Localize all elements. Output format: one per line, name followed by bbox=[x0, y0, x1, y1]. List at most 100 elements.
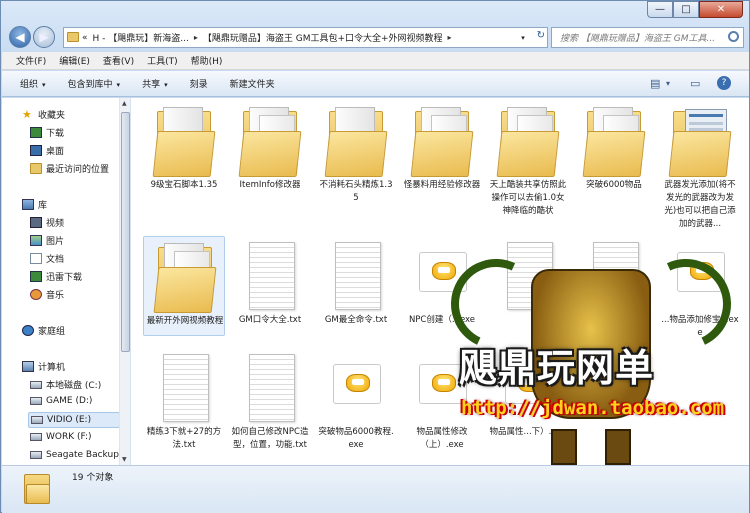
menu-tools[interactable]: 工具(T) bbox=[147, 54, 178, 67]
file-name: NPC创建（...exe bbox=[408, 315, 476, 325]
nav-music[interactable]: 音乐 bbox=[30, 288, 64, 301]
nav-drive-c[interactable]: 本地磁盘 (C:) bbox=[30, 378, 101, 391]
executable-icon bbox=[495, 352, 561, 426]
folder-icon bbox=[409, 105, 475, 179]
chevron-right-icon[interactable]: ▸ bbox=[448, 33, 452, 42]
maximize-button[interactable]: □ bbox=[673, 1, 699, 18]
search-input[interactable]: 搜索 【飓鼎玩赠品】海盗王 GM工具... bbox=[551, 27, 744, 48]
search-icon[interactable] bbox=[728, 31, 739, 42]
minimize-button[interactable]: — bbox=[647, 1, 673, 18]
recent-places-icon bbox=[30, 163, 42, 174]
file-item[interactable]: 天上酷装共享仿照此操作可以去偷1.0女神降临的酷状 bbox=[487, 101, 569, 216]
new-folder-button[interactable]: 新建文件夹 bbox=[230, 77, 275, 90]
text-file-icon bbox=[581, 240, 647, 314]
file-item[interactable]: GM口令大全.txt bbox=[229, 236, 311, 336]
nav-homegroup[interactable]: 家庭组 bbox=[22, 324, 65, 337]
file-item[interactable]: 武器发光添加(将不发光的武器改为发光)也可以把自己添加的武器... bbox=[659, 101, 741, 229]
nav-scrollbar[interactable]: ▲ ▼ bbox=[119, 98, 130, 465]
scroll-thumb[interactable] bbox=[121, 112, 130, 352]
folder-icon bbox=[581, 105, 647, 179]
breadcrumb-current[interactable]: 【飓鼎玩赠品】海盗王 GM工具包+口令大全+外网视频教程 bbox=[203, 31, 443, 44]
file-item[interactable]: 突破6000物品 bbox=[573, 101, 655, 201]
nav-homegroup-label: 家庭组 bbox=[38, 327, 66, 337]
nav-libraries[interactable]: 库 bbox=[22, 198, 47, 211]
nav-downloads[interactable]: 下载 bbox=[30, 126, 64, 139]
nav-recent[interactable]: 最近访问的位置 bbox=[30, 162, 109, 175]
include-library-button[interactable]: 包含到库中 ▾ bbox=[68, 77, 121, 90]
drive-icon bbox=[30, 433, 42, 441]
nav-music-label: 音乐 bbox=[46, 291, 65, 301]
help-icon[interactable]: ? bbox=[717, 76, 731, 90]
nav-videos[interactable]: 视频 bbox=[30, 216, 64, 229]
nav-desktop[interactable]: 桌面 bbox=[30, 144, 64, 157]
text-file-icon bbox=[323, 240, 389, 314]
file-item[interactable]: 9级宝石脚本1.35 bbox=[143, 101, 225, 201]
view-options-icon[interactable]: ▤ bbox=[650, 77, 660, 90]
file-item[interactable]: 精练3下就+27的方法.txt bbox=[143, 348, 225, 450]
file-item[interactable]: 怪暴料用经验修改器 bbox=[401, 101, 483, 201]
nav-drive-d[interactable]: GAME (D:) bbox=[30, 396, 92, 406]
menu-edit[interactable]: 编辑(E) bbox=[59, 54, 90, 67]
close-button[interactable]: ✕ bbox=[699, 1, 743, 18]
drive-icon bbox=[30, 380, 42, 389]
file-name: 不消耗石头精炼1.35 bbox=[319, 180, 393, 203]
file-item[interactable]: ...物品添加修宝...exe bbox=[659, 236, 741, 338]
address-dropdown-icon[interactable]: ▾ bbox=[517, 28, 529, 47]
address-recent[interactable]: « bbox=[82, 33, 88, 43]
executable-icon bbox=[667, 240, 733, 314]
file-name: 怪暴料用经验修改器 bbox=[403, 180, 481, 190]
chevron-right-icon[interactable]: ▸ bbox=[194, 33, 198, 42]
share-button[interactable]: 共享 ▾ bbox=[142, 77, 168, 90]
burn-button[interactable]: 刻录 bbox=[190, 77, 208, 90]
file-item[interactable]: 物品属性...下）.exe bbox=[487, 348, 569, 448]
menu-view[interactable]: 查看(V) bbox=[103, 54, 134, 67]
menu-file[interactable]: 文件(F) bbox=[16, 54, 46, 67]
file-item[interactable]: 如何自己修改NPC造型，位置，功能.txt bbox=[229, 348, 311, 450]
file-item[interactable]: 不消耗石头精炼1.35 bbox=[315, 101, 397, 203]
file-item[interactable]: 最新开外网视频教程 bbox=[143, 236, 225, 336]
file-name: 武器发光添加(将不发光的武器改为发光)也可以把自己添加的武器... bbox=[664, 180, 736, 229]
address-bar[interactable]: « H - 【飓鼎玩】新海盗... ▸ 【飓鼎玩赠品】海盗王 GM工具包+口令大… bbox=[63, 27, 548, 48]
nav-drive-f[interactable]: WORK (F:) bbox=[30, 432, 92, 442]
file-item[interactable] bbox=[573, 236, 655, 336]
scroll-up-icon[interactable]: ▲ bbox=[122, 100, 127, 107]
view-dropdown-icon[interactable]: ▾ bbox=[666, 79, 670, 88]
file-item[interactable]: 突破物品6000教程.exe bbox=[315, 348, 397, 450]
file-name: 物品属性修改（上）.exe bbox=[416, 427, 468, 450]
menu-help[interactable]: 帮助(H) bbox=[191, 54, 223, 67]
navigation-pane: ★ 收藏夹 下载 桌面 最近访问的位置 库 视频 图片 文档 迅雷下载 音乐 家庭… bbox=[2, 98, 131, 465]
file-item[interactable] bbox=[487, 236, 569, 336]
nav-drive-g-label: Seagate Backup bbox=[46, 450, 119, 460]
nav-downloads-label: 下载 bbox=[46, 129, 65, 139]
breadcrumb-drive[interactable]: H - 【飓鼎玩】新海盗... bbox=[93, 31, 189, 44]
file-name: 突破物品6000教程.exe bbox=[318, 427, 394, 450]
nav-favorites[interactable]: ★ 收藏夹 bbox=[22, 108, 65, 121]
nav-drive-d-label: GAME (D:) bbox=[46, 396, 93, 406]
forward-button[interactable]: ▶ bbox=[33, 26, 55, 48]
organize-button[interactable]: 组织 ▾ bbox=[20, 77, 46, 90]
back-button[interactable]: ◀ bbox=[9, 26, 31, 48]
download-icon bbox=[30, 127, 42, 138]
menu-bar: 文件(F) 编辑(E) 查看(V) 工具(T) 帮助(H) bbox=[2, 52, 749, 70]
text-file-icon bbox=[237, 352, 303, 426]
folder-icon bbox=[151, 105, 217, 179]
preview-pane-icon[interactable]: ▭ bbox=[690, 77, 700, 90]
nav-drive-g[interactable]: Seagate Backup bbox=[30, 450, 119, 460]
file-item[interactable]: GM最全命令.txt bbox=[315, 236, 397, 336]
nav-drive-e[interactable]: VIDIO (E:) bbox=[28, 412, 120, 428]
executable-icon bbox=[409, 240, 475, 314]
file-item[interactable]: ItemInfo修改器 bbox=[229, 101, 311, 201]
refresh-icon[interactable]: ↻ bbox=[537, 30, 545, 41]
drive-icon bbox=[30, 451, 42, 459]
file-item[interactable]: NPC创建（...exe bbox=[401, 236, 483, 336]
nav-computer[interactable]: 计算机 bbox=[22, 360, 65, 373]
nav-pictures[interactable]: 图片 bbox=[30, 234, 64, 247]
music-icon bbox=[30, 289, 42, 300]
file-item[interactable]: 物品属性修改（上）.exe bbox=[401, 348, 483, 450]
file-name: ...物品添加修宝...exe bbox=[661, 315, 739, 338]
file-name: GM最全命令.txt bbox=[324, 315, 388, 325]
nav-thunder[interactable]: 迅雷下载 bbox=[30, 270, 82, 283]
scroll-down-icon[interactable]: ▼ bbox=[122, 456, 127, 463]
nav-documents[interactable]: 文档 bbox=[30, 252, 64, 265]
homegroup-icon bbox=[22, 325, 34, 336]
